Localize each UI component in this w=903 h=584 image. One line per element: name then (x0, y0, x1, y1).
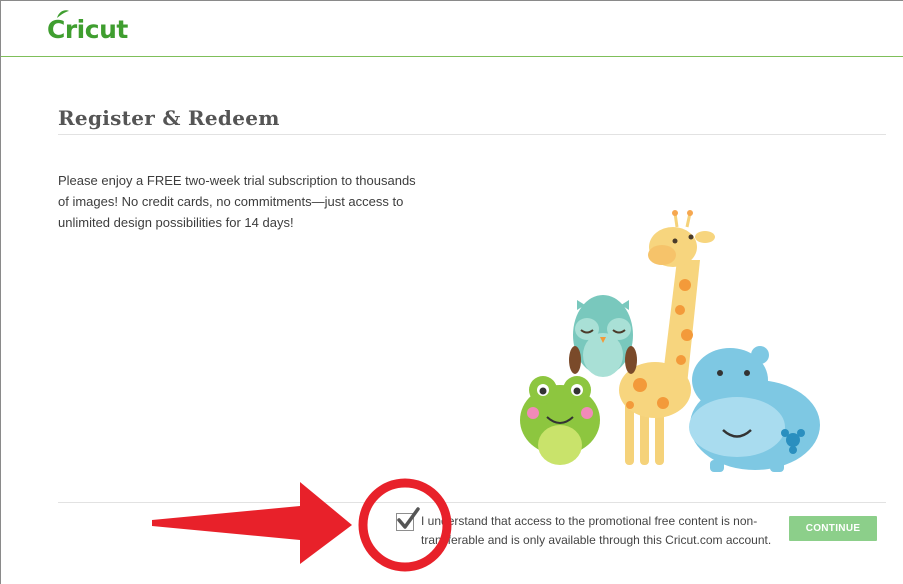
page-title: Register & Redeem (58, 106, 280, 130)
footer-divider (58, 502, 886, 503)
hippo-image (689, 346, 820, 472)
checkmark-icon (397, 507, 420, 529)
agreement-text: I understand that access to the promotio… (421, 514, 772, 547)
site-header: Cricut (1, 1, 903, 57)
title-divider (58, 134, 886, 135)
promo-description: Please enjoy a FREE two-week trial subsc… (58, 173, 416, 230)
continue-button[interactable]: CONTINUE (789, 516, 877, 541)
frog-image (520, 376, 600, 465)
cricut-logo[interactable]: Cricut (47, 15, 128, 44)
owl-image (569, 295, 637, 377)
animals-illustration (520, 210, 820, 472)
